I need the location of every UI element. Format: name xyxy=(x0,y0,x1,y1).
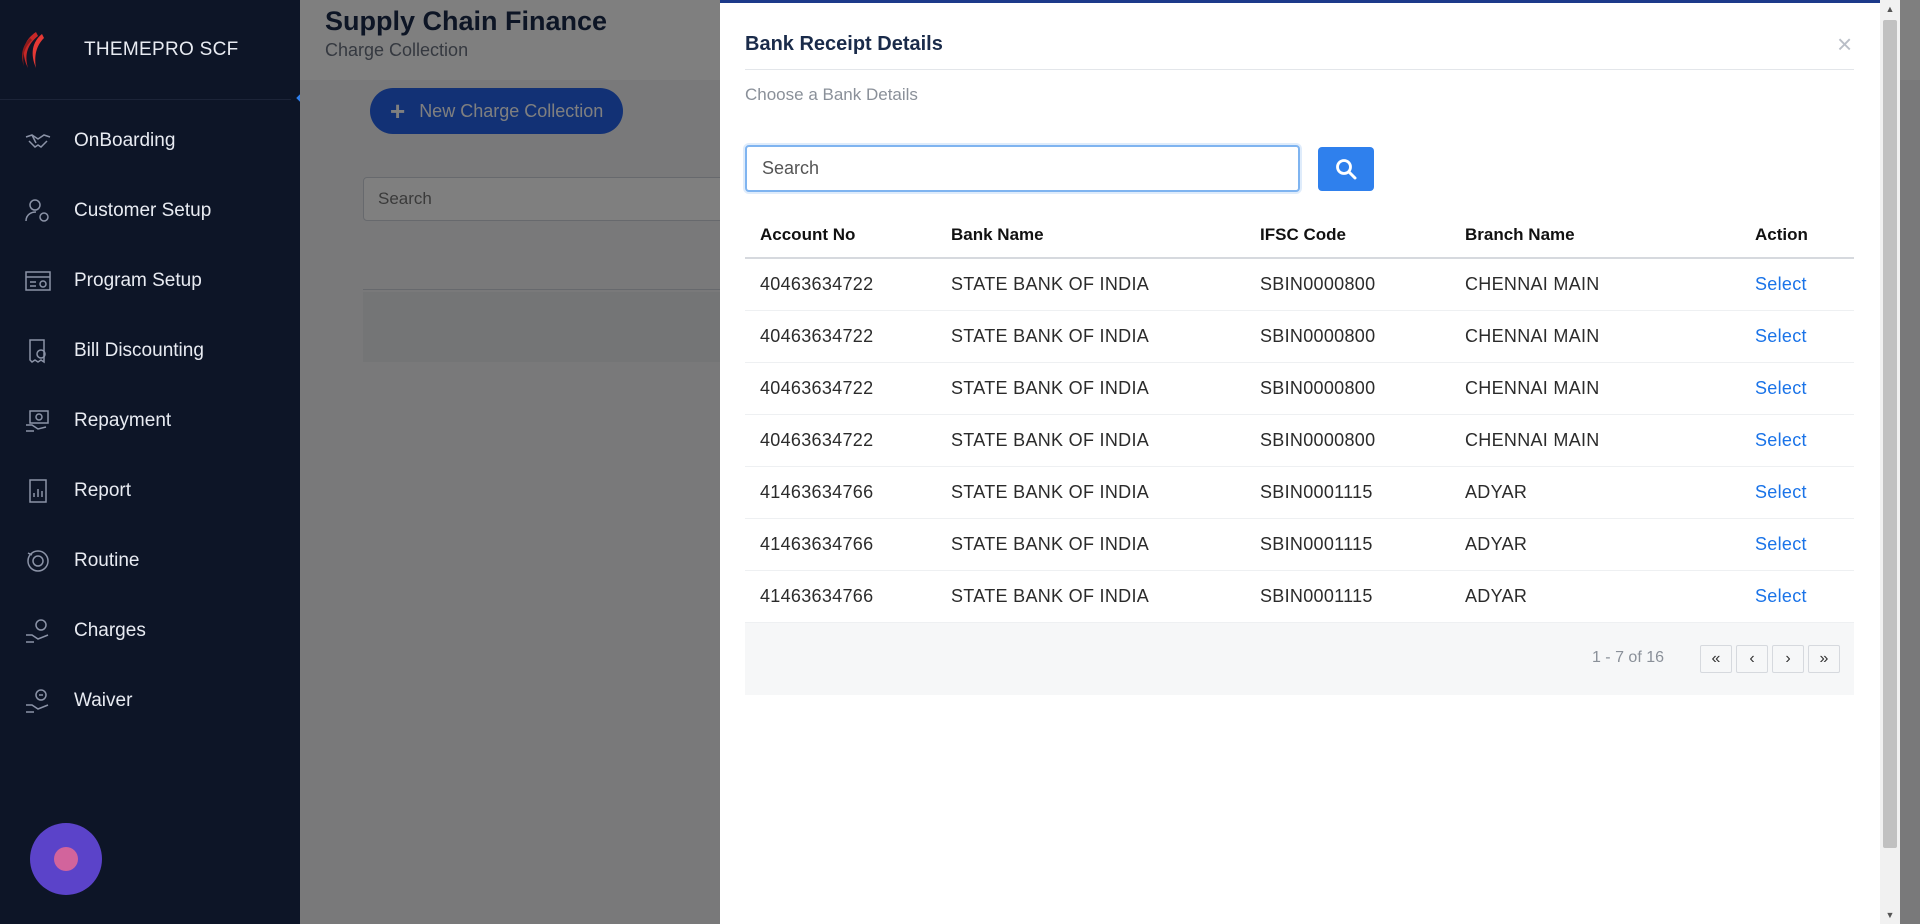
report-icon xyxy=(24,477,52,505)
ifsc-code-cell: SBIN0000800 xyxy=(1260,362,1465,415)
sidebar-item-repayment[interactable]: Repayment xyxy=(0,386,300,456)
branch-name-cell: CHENNAI MAIN xyxy=(1465,414,1755,467)
account-no-cell: 40463634722 xyxy=(745,258,951,311)
bank-name-cell: STATE BANK OF INDIA xyxy=(951,362,1260,415)
select-link[interactable]: Select xyxy=(1755,274,1807,294)
last-page-button[interactable]: » xyxy=(1808,645,1840,673)
branch-name-cell: ADYAR xyxy=(1465,466,1755,519)
sidebar-nav: OnBoarding Customer Setup Program Setup … xyxy=(0,106,300,736)
sidebar-item-customer-setup[interactable]: Customer Setup xyxy=(0,176,300,246)
column-header-account-no: Account No xyxy=(745,213,951,259)
routine-icon xyxy=(24,547,52,575)
table-row: 40463634722 STATE BANK OF INDIA SBIN0000… xyxy=(745,414,1854,467)
chat-launcher-button[interactable] xyxy=(30,823,102,895)
table-footer: 1 - 7 of 16 « ‹ › » xyxy=(745,623,1854,695)
table-header-row: Account No Bank Name IFSC Code Branch Na… xyxy=(745,213,1854,259)
table-row: 41463634766 STATE BANK OF INDIA SBIN0001… xyxy=(745,570,1854,623)
sidebar-item-charges[interactable]: Charges xyxy=(0,596,300,666)
column-header-branch-name: Branch Name xyxy=(1465,213,1755,259)
search-button[interactable] xyxy=(1318,147,1374,191)
select-link[interactable]: Select xyxy=(1755,378,1807,398)
modal-subtitle: Choose a Bank Details xyxy=(745,85,918,104)
sidebar: THEMEPRO SCF OnBoarding Customer Setup P… xyxy=(0,0,311,924)
select-link[interactable]: Select xyxy=(1755,534,1807,554)
chat-dot-icon xyxy=(54,847,78,871)
table-row: 40463634722 STATE BANK OF INDIA SBIN0000… xyxy=(745,310,1854,363)
table-row: 40463634722 STATE BANK OF INDIA SBIN0000… xyxy=(745,258,1854,311)
branch-name-cell: ADYAR xyxy=(1465,570,1755,623)
bill-discount-icon xyxy=(24,337,52,365)
account-no-cell: 41463634766 xyxy=(745,570,951,623)
column-header-action: Action xyxy=(1755,213,1854,259)
brand: THEMEPRO SCF xyxy=(0,0,300,100)
column-header-ifsc-code: IFSC Code xyxy=(1260,213,1465,259)
bank-name-cell: STATE BANK OF INDIA xyxy=(951,570,1260,623)
bank-name-cell: STATE BANK OF INDIA xyxy=(951,310,1260,363)
bank-name-cell: STATE BANK OF INDIA xyxy=(951,258,1260,311)
ifsc-code-cell: SBIN0000800 xyxy=(1260,258,1465,311)
ifsc-code-cell: SBIN0000800 xyxy=(1260,310,1465,363)
bank-name-cell: STATE BANK OF INDIA xyxy=(951,466,1260,519)
bank-receipt-modal: Bank Receipt Details × Choose a Bank Det… xyxy=(720,0,1880,924)
sidebar-item-waiver[interactable]: Waiver xyxy=(0,666,300,736)
sidebar-item-bill-discounting[interactable]: Bill Discounting xyxy=(0,316,300,386)
user-gear-icon xyxy=(24,197,52,225)
branch-name-cell: CHENNAI MAIN xyxy=(1465,258,1755,311)
repayment-icon xyxy=(24,407,52,435)
ifsc-code-cell: SBIN0001115 xyxy=(1260,518,1465,571)
branch-name-cell: ADYAR xyxy=(1465,518,1755,571)
bank-name-cell: STATE BANK OF INDIA xyxy=(951,414,1260,467)
scroll-down-icon[interactable]: ▼ xyxy=(1880,906,1900,924)
modal-divider xyxy=(745,69,1854,70)
table-row: 41463634766 STATE BANK OF INDIA SBIN0001… xyxy=(745,466,1854,519)
ifsc-code-cell: SBIN0001115 xyxy=(1260,570,1465,623)
account-no-cell: 41463634766 xyxy=(745,466,951,519)
scroll-up-icon[interactable]: ▲ xyxy=(1880,0,1900,18)
sidebar-item-onboarding[interactable]: OnBoarding xyxy=(0,106,300,176)
handshake-icon xyxy=(24,127,52,155)
account-no-cell: 40463634722 xyxy=(745,414,951,467)
select-link[interactable]: Select xyxy=(1755,430,1807,450)
search-icon xyxy=(1336,159,1357,180)
sidebar-item-report[interactable]: Report xyxy=(0,456,300,526)
bank-name-cell: STATE BANK OF INDIA xyxy=(951,518,1260,571)
charges-icon xyxy=(24,617,52,645)
table-row: 41463634766 STATE BANK OF INDIA SBIN0001… xyxy=(745,518,1854,571)
account-no-cell: 40463634722 xyxy=(745,310,951,363)
brand-name: THEMEPRO SCF xyxy=(84,38,239,60)
first-page-button[interactable]: « xyxy=(1700,645,1732,673)
modal-title: Bank Receipt Details xyxy=(745,33,943,55)
sidebar-item-program-setup[interactable]: Program Setup xyxy=(0,246,300,316)
bank-details-table: Account No Bank Name IFSC Code Branch Na… xyxy=(745,213,1854,623)
next-page-button[interactable]: › xyxy=(1772,645,1804,673)
table-row: 40463634722 STATE BANK OF INDIA SBIN0000… xyxy=(745,362,1854,415)
scrollbar-thumb[interactable] xyxy=(1883,20,1897,848)
select-link[interactable]: Select xyxy=(1755,586,1807,606)
pagination-info: 1 - 7 of 16 xyxy=(1591,649,1664,666)
waiver-icon xyxy=(24,687,52,715)
program-icon xyxy=(24,267,52,295)
branch-name-cell: CHENNAI MAIN xyxy=(1465,310,1755,363)
previous-page-button[interactable]: ‹ xyxy=(1736,645,1768,673)
select-link[interactable]: Select xyxy=(1755,326,1807,346)
bank-search-input[interactable] xyxy=(745,145,1300,192)
account-no-cell: 41463634766 xyxy=(745,518,951,571)
pagination-controls: « ‹ › » xyxy=(1700,645,1840,673)
column-header-bank-name: Bank Name xyxy=(951,213,1260,259)
branch-name-cell: CHENNAI MAIN xyxy=(1465,362,1755,415)
vertical-scrollbar[interactable]: ▲ ▼ xyxy=(1880,0,1900,924)
ifsc-code-cell: SBIN0000800 xyxy=(1260,414,1465,467)
brand-logo-icon xyxy=(14,28,54,72)
close-icon[interactable]: × xyxy=(1837,29,1852,60)
ifsc-code-cell: SBIN0001115 xyxy=(1260,466,1465,519)
select-link[interactable]: Select xyxy=(1755,482,1807,502)
sidebar-item-routine[interactable]: Routine xyxy=(0,526,300,596)
account-no-cell: 40463634722 xyxy=(745,362,951,415)
